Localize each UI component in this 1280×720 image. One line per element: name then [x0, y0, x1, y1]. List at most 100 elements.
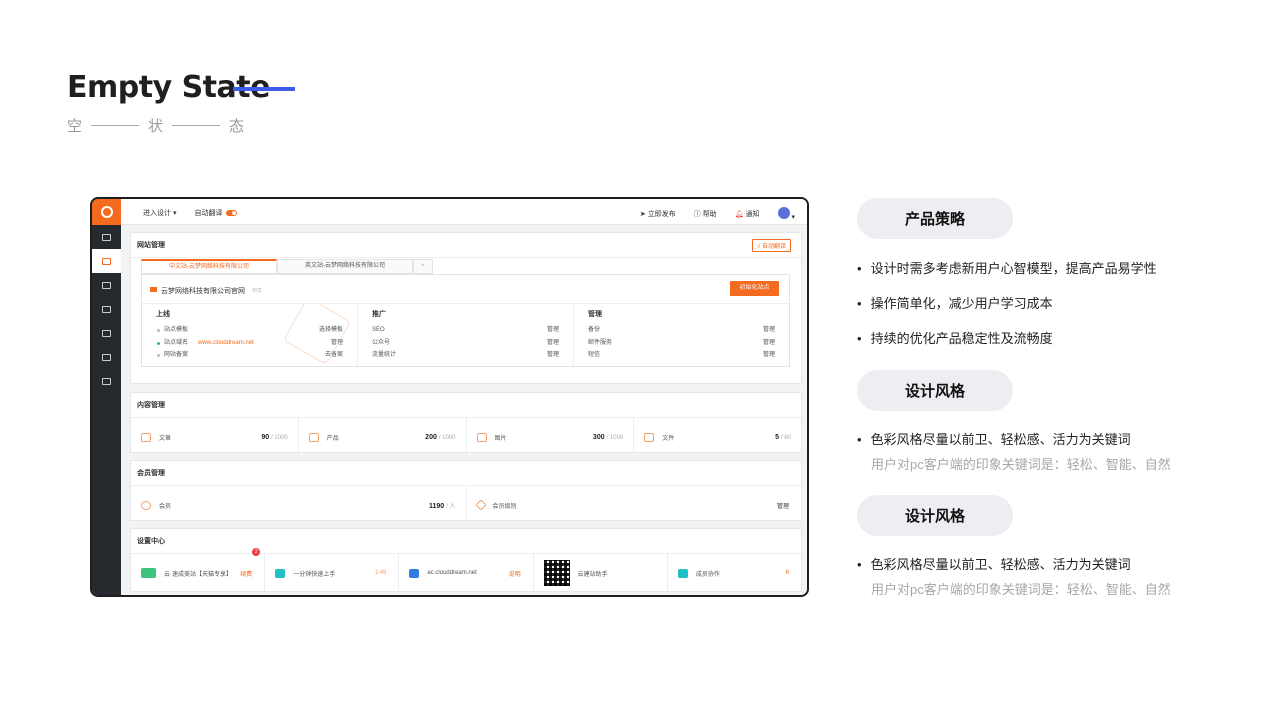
- auto-translate-toggle[interactable]: 自动翻译: [194, 208, 238, 218]
- team-icon: [677, 568, 688, 578]
- bullet-note: 用户对pc客户端的印象关键词是：轻松、智能、自然: [871, 582, 1171, 597]
- layout-icon: [102, 377, 111, 385]
- sidebar-item-user[interactable]: [92, 321, 121, 345]
- manage-link[interactable]: 管理: [763, 337, 775, 350]
- list-item: 备份 管理: [588, 324, 775, 337]
- sidebar-item-card[interactable]: [92, 273, 121, 297]
- stat-value: 5 / 60: [775, 434, 791, 441]
- column-head: 管理: [588, 311, 602, 318]
- publish-button[interactable]: ➤ 立即发布: [640, 209, 676, 219]
- sidebar-item-site[interactable]: [92, 249, 121, 273]
- stat-file[interactable]: 文件 5 / 60: [634, 418, 801, 456]
- domain-link[interactable]: www.clouddream.net: [198, 340, 254, 346]
- article-icon: [141, 432, 151, 442]
- manage-link[interactable]: 管理: [547, 349, 559, 362]
- promotion-column: 推广 SEO 管理 公众号 管理 流量统计 管理: [358, 304, 574, 367]
- item-label: 流量统计: [372, 352, 397, 358]
- help-button[interactable]: ⓘ 帮助: [694, 209, 717, 219]
- video-icon: [275, 568, 286, 578]
- info-link[interactable]: 说明: [509, 569, 521, 578]
- renew-link[interactable]: 续费: [240, 569, 252, 578]
- member-management-panel: 会员管理 会员 1190 / 人 会员级别 管理: [130, 460, 802, 524]
- stat-number: 90: [261, 433, 270, 441]
- stat-label: 产品: [326, 435, 339, 442]
- bullet-note: 用户对pc客户端的印象关键词是：轻松、智能、自然: [871, 457, 1171, 472]
- user-menu[interactable]: ▾: [777, 207, 795, 221]
- add-tab-button[interactable]: +: [413, 259, 433, 274]
- site-lang: 中文: [252, 288, 263, 294]
- setting-label: 云·速成美站【天猫专享】: [164, 571, 232, 578]
- bullet-item: 持续的优化产品稳定性及流畅度: [857, 328, 1053, 347]
- stat-member-level[interactable]: 会员级别 管理: [467, 486, 802, 524]
- stat-max: / 1000: [606, 434, 624, 441]
- avatar: [777, 207, 790, 219]
- auto-translate-button[interactable]: √ 自动翻译: [752, 239, 791, 252]
- item-label: 站点模板: [156, 324, 188, 337]
- manage-link[interactable]: 管理: [777, 501, 789, 510]
- sidebar-item-monitor[interactable]: [92, 225, 121, 249]
- bullet-item: 操作简单化，减少用户学习成本: [857, 293, 1053, 312]
- list-item: 短信 管理: [588, 349, 775, 362]
- sidebar-item-layout[interactable]: [92, 369, 121, 393]
- setting-item-package[interactable]: 云·速成美站【天猫专享】 续费 2: [131, 548, 266, 592]
- list-item: 公众号 管理: [372, 337, 559, 350]
- content-stats: 文章 90 / 1000 产品 200 / 1000 图片 300 / 1000 文件…: [131, 418, 801, 456]
- section-pill-style: 设计风格: [857, 370, 1013, 411]
- subtitle-dash: [172, 125, 221, 126]
- setting-item-domain[interactable]: ac.clouddream.net 说明: [399, 554, 534, 592]
- stat-label: 会员级别: [492, 503, 517, 510]
- member-stats: 会员 1190 / 人 会员级别 管理: [131, 486, 801, 524]
- enter-design-menu[interactable]: 进入设计 ▾: [143, 208, 176, 218]
- stat-label: 图片: [494, 435, 507, 442]
- manage-link[interactable]: 管理: [547, 324, 559, 337]
- member-icon: [141, 500, 151, 510]
- item-label: 站点域名: [164, 339, 189, 346]
- item-label: 备份: [588, 327, 601, 333]
- subtitle-char-2: 状: [148, 118, 164, 135]
- stat-number: 5: [775, 433, 780, 441]
- stat-members[interactable]: 会员 1190 / 人: [131, 486, 467, 524]
- stat-max: / 60: [780, 434, 791, 441]
- manage-link[interactable]: 管理: [547, 337, 559, 350]
- setting-item-members[interactable]: 成员协作 6: [668, 554, 801, 592]
- site-management-panel: 网站管理 √ 自动翻译 中文站-云梦网络科技有限公司 英文站-云梦网络科技有限公…: [130, 232, 802, 384]
- online-column: 上线 站点模板 选择模板 站点域名 www.clouddream.net 管理 网站备…: [142, 304, 358, 367]
- stat-value: 1190 / 人: [429, 501, 455, 510]
- init-site-button[interactable]: 初始化站点: [730, 281, 779, 296]
- setting-item-quickstart[interactable]: 一分钟快速上手 1:49: [265, 554, 400, 592]
- notify-button[interactable]: 🔔︎ 通知: [735, 209, 760, 219]
- toggle-switch[interactable]: [226, 210, 238, 217]
- sidebar-item-list[interactable]: [92, 345, 121, 369]
- auto-translate-label: 自动翻译: [194, 210, 223, 217]
- setting-label: 一分钟快速上手: [293, 571, 336, 578]
- setting-item-assistant[interactable]: 云建站助手: [534, 554, 668, 592]
- bell-icon: 🔔︎: [734, 211, 744, 218]
- card-icon: [102, 281, 111, 289]
- user-icon: [102, 329, 111, 337]
- manage-link[interactable]: 管理: [763, 349, 775, 362]
- panel-title: 设置中心: [131, 529, 801, 554]
- tab-en-site[interactable]: 英文站-云梦网络科技有限公司: [277, 259, 413, 274]
- tab-cn-site[interactable]: 中文站-云梦网络科技有限公司: [141, 259, 277, 274]
- section-pill-style-2: 设计风格: [857, 495, 1013, 536]
- list-icon: [102, 353, 111, 361]
- sidebar-item-shop[interactable]: [92, 297, 121, 321]
- item-label: 短信: [588, 352, 601, 358]
- top-bar: 进入设计 ▾ 自动翻译 ➤ 立即发布 ⓘ 帮助 🔔︎ 通知 ▾: [121, 199, 807, 225]
- site-row: 云梦网络科技有限公司官网 中文 初始化站点: [142, 275, 789, 304]
- panel-title: 网站管理: [131, 233, 801, 258]
- stat-image[interactable]: 图片 300 / 1000: [467, 418, 635, 456]
- stat-max: / 1000: [438, 434, 456, 441]
- notification-badge: 2: [252, 548, 261, 556]
- list-item: SEO 管理: [372, 324, 559, 337]
- manage-link[interactable]: 管理: [763, 324, 775, 337]
- stat-label: 会员: [159, 503, 172, 510]
- stat-article[interactable]: 文章 90 / 1000: [131, 418, 299, 456]
- stat-label: 文件: [662, 435, 675, 442]
- stat-product[interactable]: 产品 200 / 1000: [299, 418, 467, 456]
- panel-title: 会员管理: [131, 461, 801, 486]
- page-subtitle: 空 状 态: [67, 115, 244, 136]
- shop-icon: [102, 305, 111, 313]
- site-columns: 上线 站点模板 选择模板 站点域名 www.clouddream.net 管理 网站备…: [142, 304, 789, 367]
- folder-icon: [409, 568, 420, 578]
